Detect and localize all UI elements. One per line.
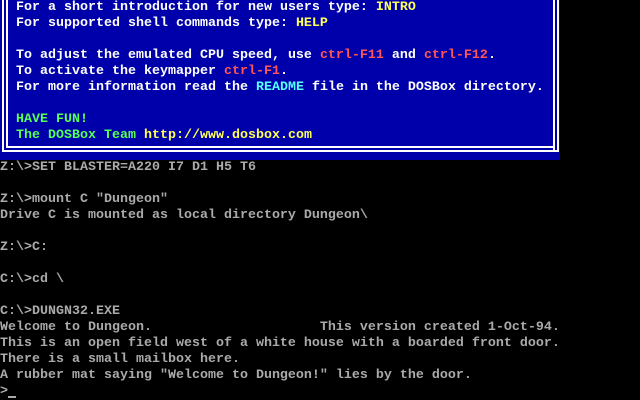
banner-text: To activate the keymapper xyxy=(16,64,224,79)
console-line: Welcome to Dungeon. This version created… xyxy=(0,320,560,335)
banner-text: HAVE FUN! xyxy=(16,112,88,127)
banner-text: ctrl-F11 xyxy=(319,48,384,63)
text-cursor xyxy=(8,396,16,398)
banner-line: For a short introduction for new users t… xyxy=(16,0,416,16)
prompt-symbol: > xyxy=(0,384,8,399)
console-line: Z:\>SET BLASTER=A220 I7 D1 H5 T6 xyxy=(0,160,256,175)
banner-border xyxy=(2,0,4,150)
banner-line: For supported shell commands type: HELP xyxy=(16,16,328,32)
banner-border xyxy=(6,146,555,148)
banner-line: To activate the keymapper ctrl-F1. xyxy=(16,64,288,80)
banner-text: INTRO xyxy=(375,0,416,15)
banner-line: The DOSBox Team http://www.dosbox.com xyxy=(16,128,312,144)
console-line: Z:\>C: xyxy=(0,240,48,255)
banner-text: For supported shell commands type: xyxy=(16,16,296,31)
banner-line: For more information read the README fil… xyxy=(16,80,544,96)
banner-text: . xyxy=(279,64,288,79)
console-line: Drive C is mounted as local directory Du… xyxy=(0,208,368,223)
console-line: A rubber mat saying "Welcome to Dungeon!… xyxy=(0,368,472,383)
banner-text: README xyxy=(255,80,304,95)
banner-text: HELP xyxy=(295,16,328,31)
banner-text: ctrl-F1 xyxy=(223,64,280,79)
banner-text: For more information read the xyxy=(16,80,256,95)
welcome-banner: For a short introduction for new users t… xyxy=(0,0,560,160)
dosbox-screen[interactable]: For a short introduction for new users t… xyxy=(0,0,640,400)
banner-text: file in the DOSBox directory. xyxy=(303,80,544,95)
console-line: This is an open field west of a white ho… xyxy=(0,336,560,351)
banner-text: The DOSBox Team xyxy=(16,128,144,143)
banner-text: http://www.dosbox.com xyxy=(143,128,312,143)
console-line: Z:\>mount C "Dungeon" xyxy=(0,192,168,207)
console-line: C:\>DUNGN32.EXE xyxy=(0,304,120,319)
banner-border xyxy=(553,0,555,152)
console-line: C:\>cd \ xyxy=(0,272,64,287)
banner-text: . xyxy=(487,48,496,63)
banner-text: For a short introduction for new users t… xyxy=(16,0,376,15)
banner-text: and xyxy=(383,48,424,63)
banner-line: HAVE FUN! xyxy=(16,112,88,128)
command-prompt[interactable]: > xyxy=(0,384,16,400)
banner-border xyxy=(2,150,559,152)
console-line: There is a small mailbox here. xyxy=(0,352,240,367)
banner-text: To adjust the emulated CPU speed, use xyxy=(16,48,320,63)
banner-line: To adjust the emulated CPU speed, use ct… xyxy=(16,48,496,64)
banner-text: ctrl-F12 xyxy=(423,48,488,63)
banner-border xyxy=(6,0,8,146)
banner-border xyxy=(557,0,559,152)
